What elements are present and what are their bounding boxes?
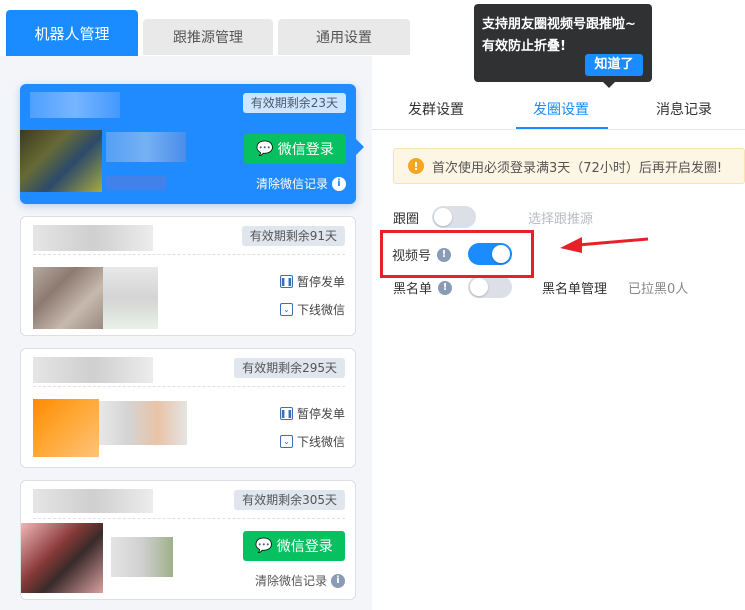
select-follow-source-link[interactable]: 选择跟推源 (528, 208, 593, 227)
tab-label: 通用设置 (316, 30, 372, 46)
chevron-down-icon: ⌄ (279, 435, 293, 448)
feature-tooltip: 支持朋友圈视频号跟推啦~ 有效防止折叠! 知道了 (474, 4, 652, 82)
active-card-pointer (356, 139, 364, 155)
follow-moments-toggle[interactable] (432, 206, 476, 228)
tab-moments-settings[interactable]: 发圈设置 (533, 99, 589, 119)
robot-card[interactable]: 有效期剩余295天 ❚❚ 暂停发单 ⌄ 下线微信 (20, 348, 356, 468)
info-icon: i (332, 176, 346, 191)
blacklist-label-text: 黑名单 (393, 282, 433, 297)
wechat-icon: 💬 (255, 538, 273, 554)
pause-icon: ❚❚ (279, 275, 294, 288)
offline-wechat-label: 下线微信 (296, 435, 345, 449)
blacklist-label: 黑名单 ! (393, 278, 453, 297)
blurred-account-info (106, 132, 186, 162)
active-sub-tab-underline (516, 127, 608, 129)
follow-moments-label: 跟圈 (393, 208, 419, 227)
blurred-avatar (33, 267, 103, 329)
offline-wechat-button[interactable]: ⌄ 下线微信 (279, 433, 345, 450)
offline-wechat-button[interactable]: ⌄ 下线微信 (279, 301, 345, 318)
follow-moments-label-text: 跟圈 (393, 212, 420, 227)
tab-group-settings[interactable]: 发群设置 (408, 99, 464, 119)
sub-tab-divider (372, 129, 745, 130)
wechat-login-button[interactable]: 💬 微信登录 (244, 134, 346, 164)
blurred-avatar (21, 523, 103, 593)
clear-wechat-record-label: 清除微信记录 (255, 177, 328, 191)
warning-icon: ! (408, 158, 424, 174)
blacklist-manage-link[interactable]: 黑名单管理 (542, 278, 607, 297)
toggle-knob (434, 208, 452, 226)
blurred-account-info (99, 401, 187, 445)
pause-orders-label: 暂停发单 (296, 407, 345, 421)
validity-badge: 有效期剩余23天 (242, 93, 346, 113)
pause-icon: ❚❚ (279, 407, 294, 420)
clear-wechat-record-label: 清除微信记录 (254, 574, 327, 588)
tooltip-got-it-button[interactable]: 知道了 (585, 54, 643, 76)
validity-badge: 有效期剩余91天 (241, 226, 345, 246)
robot-card[interactable]: 有效期剩余305天 💬 微信登录 清除微信记录 i (20, 480, 356, 600)
tab-label: 机器人管理 (34, 24, 110, 43)
settings-panel (372, 56, 745, 610)
blurred-account-id (106, 176, 166, 190)
chevron-down-icon: ⌄ (279, 303, 293, 316)
pause-orders-button[interactable]: ❚❚ 暂停发单 (280, 273, 345, 290)
card-divider (33, 518, 345, 519)
notice-text: 首次使用必须登录满3天（72小时）后再开启发圈! (432, 160, 723, 176)
blurred-nickname (33, 225, 153, 251)
blurred-nickname (33, 489, 153, 513)
tab-message-log[interactable]: 消息记录 (656, 99, 712, 119)
tab-source-management[interactable]: 跟推源管理 (143, 19, 273, 55)
help-icon[interactable]: ! (438, 280, 453, 295)
validity-badge: 有效期剩余295天 (234, 358, 345, 378)
clear-wechat-record-link[interactable]: 清除微信记录 i (256, 175, 346, 192)
tab-label: 跟推源管理 (173, 30, 243, 46)
validity-badge: 有效期剩余305天 (234, 490, 345, 510)
blurred-avatar (33, 399, 99, 457)
wechat-login-button[interactable]: 💬 微信登录 (243, 531, 345, 561)
blurred-nickname (30, 92, 120, 118)
tooltip-pointer (603, 82, 615, 88)
pause-orders-button[interactable]: ❚❚ 暂停发单 (280, 405, 345, 422)
wechat-icon: 💬 (256, 141, 274, 157)
blacklist-count: 已拉黑0人 (628, 282, 689, 297)
info-icon: i (331, 573, 345, 588)
blurred-nickname (33, 357, 153, 383)
offline-wechat-label: 下线微信 (296, 303, 345, 317)
wechat-login-label: 微信登录 (276, 539, 333, 555)
pause-orders-label: 暂停发单 (296, 275, 345, 289)
blurred-account-info (103, 267, 158, 329)
toggle-knob (470, 278, 488, 296)
tab-robot-management[interactable]: 机器人管理 (6, 10, 138, 56)
blacklist-toggle[interactable] (468, 276, 512, 298)
blurred-account-info (111, 537, 173, 577)
highlight-arrow (560, 237, 649, 253)
card-divider (33, 254, 345, 255)
tab-general-settings[interactable]: 通用设置 (278, 19, 410, 55)
robot-card[interactable]: 有效期剩余23天 💬 微信登录 清除微信记录 i (20, 84, 356, 204)
blurred-avatar (20, 130, 102, 192)
wechat-login-label: 微信登录 (277, 142, 334, 158)
robot-card[interactable]: 有效期剩余91天 ❚❚ 暂停发单 ⌄ 下线微信 (20, 216, 356, 336)
card-divider (33, 386, 345, 387)
tooltip-line-1: 支持朋友圈视频号跟推啦~ (482, 17, 636, 32)
clear-wechat-record-link[interactable]: 清除微信记录 i (255, 572, 345, 589)
warning-notice: ! 首次使用必须登录满3天（72小时）后再开启发圈! (393, 148, 745, 184)
highlight-box (380, 230, 534, 278)
